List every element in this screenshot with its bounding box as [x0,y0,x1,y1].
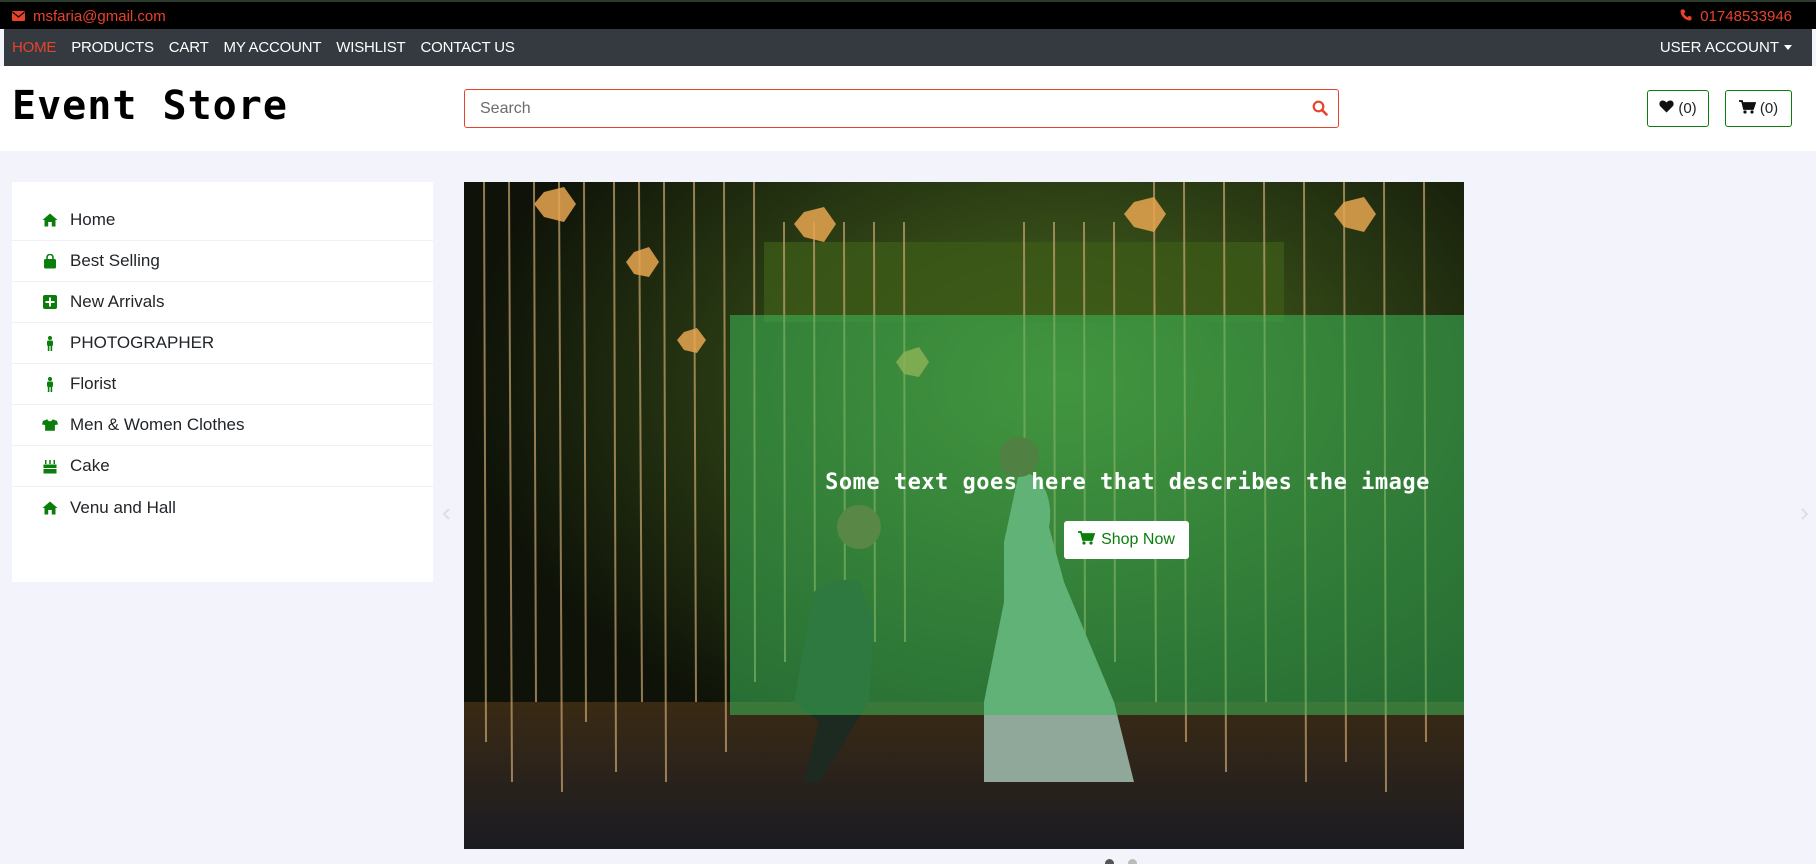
top-info-bar: msfaria@gmail.com 01748533946 [0,0,1816,29]
contact-phone[interactable]: 01748533946 [1680,8,1792,25]
phone-icon [1680,8,1692,25]
user-account-label: USER ACCOUNT [1659,39,1779,56]
carousel-dot-2[interactable] [1128,859,1137,864]
nav-my-account[interactable]: MY ACCOUNT [224,39,322,56]
carousel-prev-arrow[interactable] [440,507,454,521]
nav-cart[interactable]: CART [169,39,209,56]
main-navbar: HOME PRODUCTS CART MY ACCOUNT WISHLIST C… [4,29,1812,66]
tshirt-icon [42,417,58,433]
person-icon [42,376,58,392]
cart-icon [1738,99,1757,118]
site-header: Event Store (0) (0) [0,66,1816,151]
user-account-dropdown[interactable]: USER ACCOUNT [1660,39,1792,56]
contact-email[interactable]: msfaria@gmail.com [12,8,166,25]
plus-square-icon [42,294,58,310]
caret-down-icon [1784,45,1792,50]
sidebar-item-label: Men & Women Clothes [70,415,245,434]
cake-icon [42,458,58,474]
sidebar-item-label: Home [70,210,116,229]
heart-icon [1659,100,1674,117]
sidebar-item-clothes[interactable]: Men & Women Clothes [12,405,433,446]
site-logo[interactable]: Event Store [12,83,288,129]
shop-now-label: Shop Now [1101,531,1175,548]
sidebar-item-cake[interactable]: Cake [12,446,433,487]
sidebar-item-label: New Arrivals [70,292,165,311]
sidebar-item-home[interactable]: Home [12,200,433,241]
search-bar [464,89,1339,128]
search-icon[interactable] [1312,100,1328,121]
phone-text: 01748533946 [1700,8,1792,25]
carousel-next-arrow[interactable] [1797,507,1811,521]
nav-home[interactable]: HOME [12,39,56,56]
carousel-indicators [1105,859,1137,864]
sidebar-item-label: Cake [70,456,110,475]
sidebar-item-label: Best Selling [70,251,160,270]
sidebar-item-label: PHOTOGRAPHER [70,333,215,352]
wishlist-button[interactable]: (0) [1647,90,1709,127]
cart-button[interactable]: (0) [1725,90,1792,127]
cart-count: (0) [1759,100,1779,117]
sidebar-item-photographer[interactable]: PHOTOGRAPHER [12,323,433,364]
email-text: msfaria@gmail.com [33,8,166,25]
sidebar-item-label: Florist [70,374,117,393]
wishlist-count: (0) [1678,100,1697,117]
nav-products[interactable]: PRODUCTS [71,39,154,56]
nav-contact-us[interactable]: CONTACT US [421,39,515,56]
sidebar-item-best-selling[interactable]: Best Selling [12,241,433,282]
home-icon [42,500,58,516]
envelope-icon [12,8,25,25]
home-icon [42,212,58,228]
sidebar-item-venue-hall[interactable]: Venu and Hall [12,487,433,528]
cart-icon [1078,530,1096,550]
sidebar-item-new-arrivals[interactable]: New Arrivals [12,282,433,323]
shop-now-button[interactable]: Shop Now [1064,521,1189,559]
shopping-bag-icon [42,253,58,269]
caption-overlay [730,315,1464,715]
caption-text: Some text goes here that describes the i… [825,470,1430,495]
carousel-dot-1[interactable] [1105,859,1114,864]
sidebar-item-label: Venu and Hall [70,497,176,517]
search-input[interactable] [465,90,1285,127]
sidebar-item-florist[interactable]: Florist [12,364,433,405]
category-sidebar: Home Best Selling New Arrivals PHOTOGRAP… [12,182,433,582]
nav-wishlist[interactable]: WISHLIST [336,39,405,56]
carousel-caption: Some text goes here that describes the i… [730,470,1464,495]
hero-carousel[interactable]: Some text goes here that describes the i… [464,182,1464,849]
person-icon [42,335,58,351]
